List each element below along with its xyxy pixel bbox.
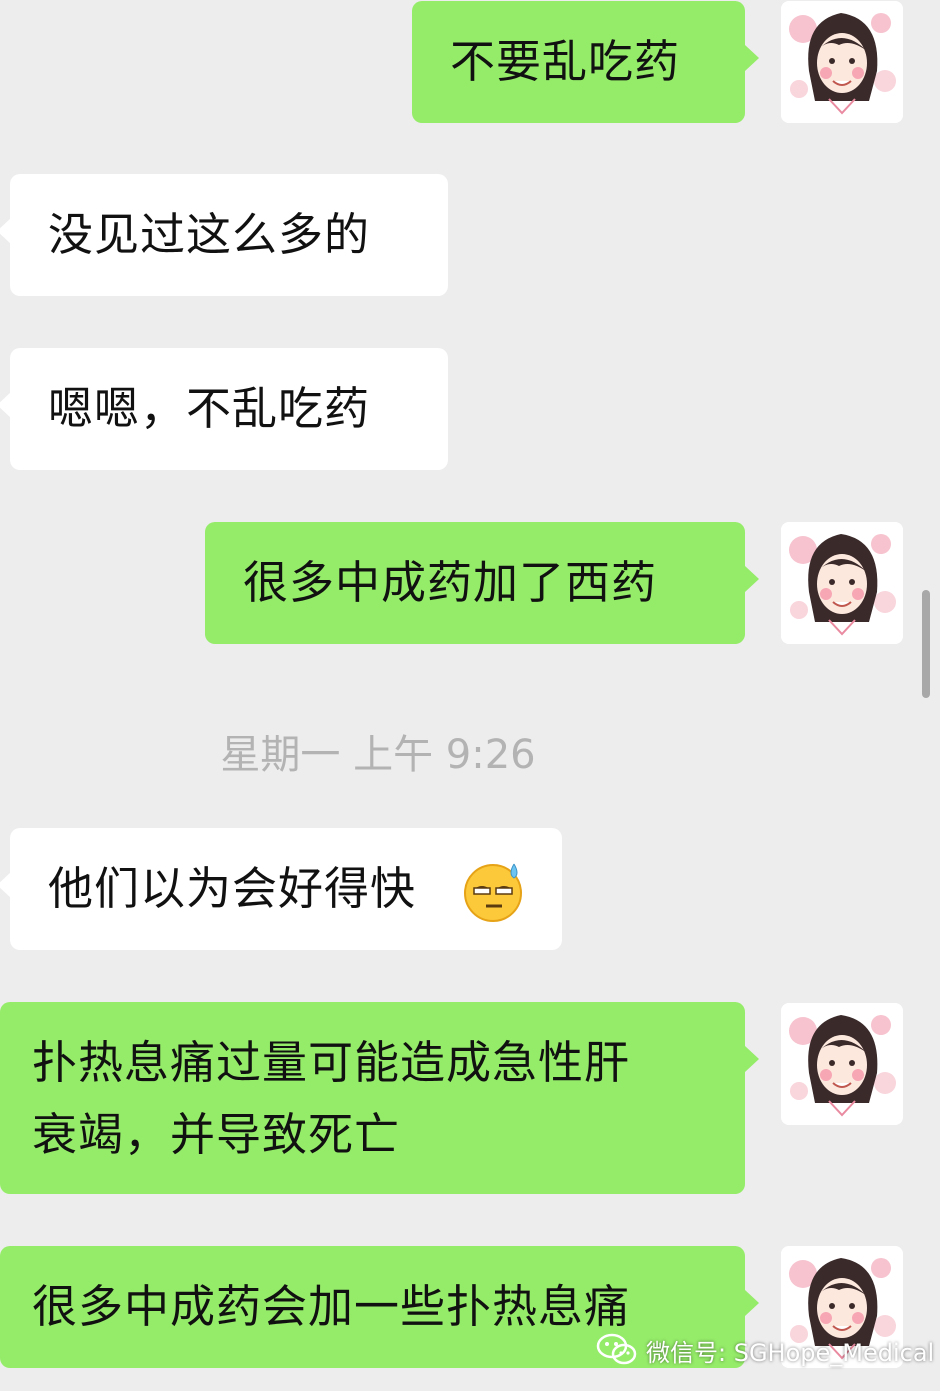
watermark: 微信号: SGHope_Medical xyxy=(596,1330,934,1370)
sweat-smile-emoji xyxy=(464,863,522,922)
avatar-image xyxy=(781,1,903,123)
message-text: 嗯嗯，不乱吃药 xyxy=(48,382,371,435)
watermark-text: 微信号: SGHope_Medical xyxy=(646,1338,935,1367)
avatar[interactable] xyxy=(781,522,903,644)
timestamp: 星期一 上午 9:26 xyxy=(220,732,536,778)
message-text: 不要乱吃药 xyxy=(450,35,681,88)
message-bubble-incoming[interactable]: 嗯嗯，不乱吃药 xyxy=(0,348,448,470)
avatar[interactable] xyxy=(781,1,903,123)
message-text: 没见过这么多的 xyxy=(48,208,371,261)
message-text: 很多中成药加了西药 xyxy=(243,556,658,609)
avatar[interactable] xyxy=(781,1003,903,1125)
message-bubble-outgoing[interactable]: 很多中成药加了西药 xyxy=(205,522,759,644)
avatar-image xyxy=(781,1003,903,1125)
message-bubble-outgoing[interactable]: 不要乱吃药 xyxy=(412,1,759,123)
wechat-icon xyxy=(596,1333,637,1365)
message-text: 扑热息痛过量可能造成急性肝 衰竭，并导致死亡 xyxy=(32,1036,631,1161)
message-bubble-incoming[interactable]: 没见过这么多的 xyxy=(0,174,448,296)
avatar-image xyxy=(781,522,903,644)
message-bubble-outgoing[interactable]: 扑热息痛过量可能造成急性肝 衰竭，并导致死亡 xyxy=(0,1002,759,1194)
message-text: 他们以为会好得快 xyxy=(48,862,417,915)
scrollbar[interactable] xyxy=(922,590,930,698)
